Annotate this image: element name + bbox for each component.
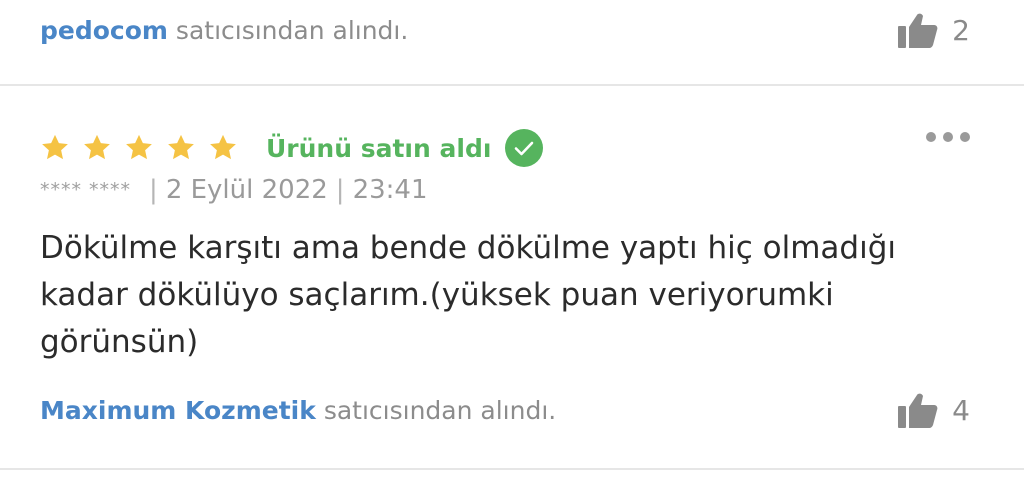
top-review-seller-suffix: satıcısından alındı. — [175, 15, 409, 45]
reviews-page: pedocom satıcısından alındı. 2 Ürünü sat… — [0, 0, 1024, 489]
top-review-like-button[interactable]: 2 — [898, 12, 970, 48]
review-like-count: 4 — [952, 393, 970, 427]
more-dot — [926, 132, 936, 142]
star-icon — [40, 133, 70, 163]
review-divider — [0, 468, 1024, 470]
review-seller-link[interactable]: Maximum Kozmetik — [40, 396, 316, 425]
meta-separator: | — [335, 175, 345, 205]
thumbs-up-icon[interactable] — [898, 392, 938, 428]
star-rating — [40, 133, 238, 163]
review-seller-row: Maximum Kozmetik satıcısından alındı. 4 — [40, 390, 970, 430]
star-icon — [82, 133, 112, 163]
review-date: 2 Eylül 2022 — [165, 175, 328, 205]
star-icon — [166, 133, 196, 163]
review-like-button[interactable]: 4 — [898, 392, 970, 428]
more-dots-icon[interactable] — [926, 132, 970, 142]
top-review-seller-row: pedocom satıcısından alındı. 2 — [40, 10, 970, 50]
more-dot — [943, 132, 953, 142]
review-rating-row: Ürünü satın aldı — [40, 126, 544, 170]
thumbs-up-icon[interactable] — [898, 12, 938, 48]
star-icon — [124, 133, 154, 163]
review-seller-suffix: satıcısından alındı. — [323, 395, 557, 425]
review-seller-text: Maximum Kozmetik satıcısından alındı. — [40, 396, 556, 425]
top-review-like-count: 2 — [952, 13, 970, 47]
review-meta-row: **** **** | 2 Eylül 2022 | 23:41 — [40, 172, 428, 208]
check-circle-icon — [505, 129, 544, 167]
star-icon — [208, 133, 238, 163]
reviewer-name: **** **** — [40, 179, 132, 201]
top-review-seller-text: pedocom satıcısından alındı. — [40, 16, 408, 45]
top-review-seller-link[interactable]: pedocom — [40, 16, 168, 45]
meta-separator: | — [149, 175, 158, 205]
review-divider — [0, 84, 1024, 86]
review-time: 23:41 — [352, 175, 428, 205]
purchased-label: Ürünü satın aldı — [266, 133, 492, 163]
review-text: Dökülme karşıtı ama bende dökülme yaptı … — [40, 230, 896, 360]
more-dot — [960, 132, 970, 142]
